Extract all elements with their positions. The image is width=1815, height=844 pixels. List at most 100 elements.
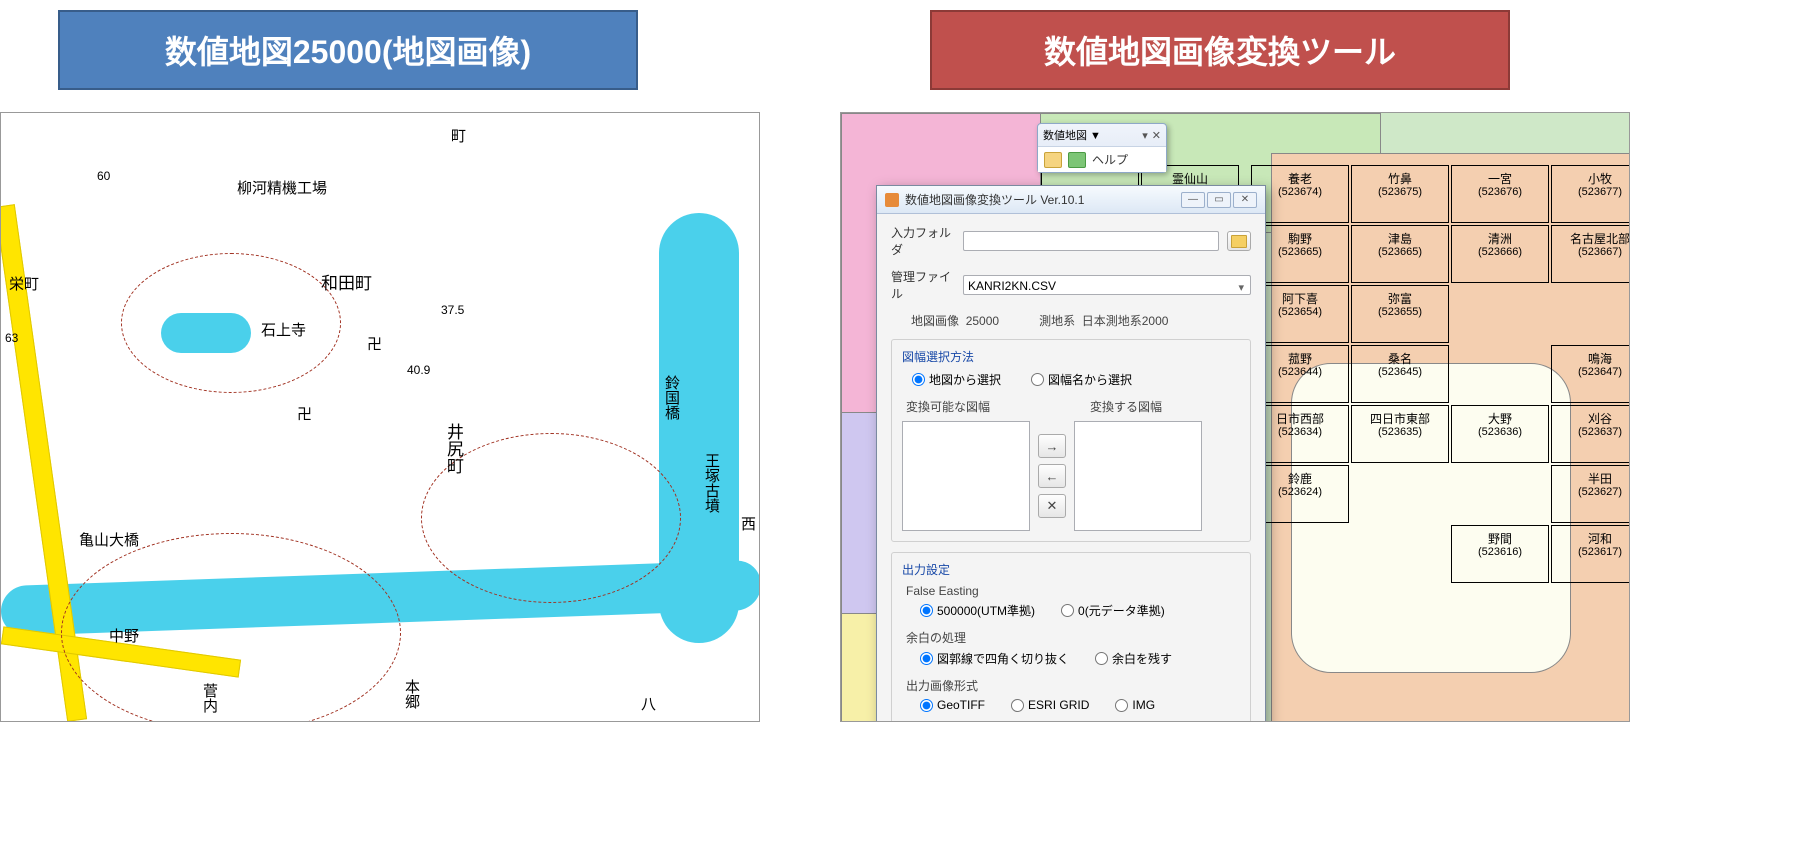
grid-cell-name: 桑名 (1352, 352, 1448, 366)
grid-cell-code: (523644) (1252, 366, 1348, 379)
grid-cell-name: 菰野 (1252, 352, 1348, 366)
selected-listbox[interactable] (1074, 421, 1202, 531)
input-folder-label: 入力フォルダ (891, 224, 955, 258)
grid-cell[interactable]: 野間(523616) (1451, 525, 1549, 583)
grid-cell[interactable]: 小牧(523677) (1551, 165, 1630, 223)
app-icon (885, 193, 899, 207)
grid-cell-name: 大野 (1452, 412, 1548, 426)
margin-title: 余白の処理 (902, 629, 1240, 646)
available-listbox[interactable] (902, 421, 1030, 531)
false-easting-0-radio[interactable]: 0(元データ準拠) (1061, 602, 1165, 619)
grid-cell[interactable]: 桑名(523645) (1351, 345, 1449, 403)
toolbar-help-label[interactable]: ヘルプ (1092, 151, 1128, 168)
grid-cell-code: (523676) (1452, 186, 1548, 199)
topo-map-panel: 町 柳河精機工場 栄町 和田町 石上寺 井尻町 鈴国橋 王塚古墳 西 亀山大橋 … (0, 112, 760, 722)
grid-cell-name: 竹鼻 (1352, 172, 1448, 186)
grid-cell-code: (523675) (1352, 186, 1448, 199)
grid-cell[interactable]: 半田(523627) (1551, 465, 1630, 523)
selected-list-title: 変換する図幅 (1090, 398, 1162, 415)
map-image-value: 25000 (966, 314, 999, 328)
right-title: 数値地図画像変換ツール (930, 10, 1510, 90)
close-button[interactable]: ✕ (1233, 192, 1257, 208)
margin-crop-radio[interactable]: 図郭線で四角く切り抜く (920, 650, 1069, 667)
grid-cell-code: (523677) (1552, 186, 1630, 199)
grid-cell-name: 清洲 (1452, 232, 1548, 246)
grid-map[interactable]: 彦根東部霊仙山養老(523674)竹鼻(523675)一宮(523676)小牧(… (841, 113, 1629, 721)
grid-cell-name: 養老 (1252, 172, 1348, 186)
map-label: 本郷 (401, 679, 422, 709)
toolbar-dropdown-icon[interactable]: ▾ (1142, 129, 1148, 142)
grid-cell[interactable]: 刈谷(523637) (1551, 405, 1630, 463)
map-label: 40.9 (407, 363, 430, 377)
grid-cell-name: 日市西部 (1252, 412, 1348, 426)
index-map-panel: 彦根東部霊仙山養老(523674)竹鼻(523675)一宮(523676)小牧(… (840, 112, 1630, 722)
dialog-titlebar[interactable]: 数値地図画像変換ツール Ver.10.1 — ▭ ✕ (877, 186, 1265, 214)
format-geotiff-radio[interactable]: GeoTIFF (920, 698, 985, 712)
grid-cell[interactable]: 一宮(523676) (1451, 165, 1549, 223)
grid-cell-name: 鈴鹿 (1252, 472, 1348, 486)
format-esrigrid-radio[interactable]: ESRI GRID (1011, 698, 1089, 712)
input-folder-field[interactable] (963, 231, 1219, 251)
grid-cell-name: 小牧 (1552, 172, 1630, 186)
grid-cell-code: (523666) (1452, 246, 1548, 259)
floating-toolbar[interactable]: 数値地図 ▼ ▾ ✕ ヘルプ (1037, 123, 1167, 173)
toolbar-close-icon[interactable]: ✕ (1152, 129, 1161, 142)
manage-file-select[interactable]: KANRI2KN.CSV (963, 275, 1251, 295)
toolbar-add-icon[interactable] (1068, 152, 1086, 168)
false-easting-500000-radio[interactable]: 500000(UTM準拠) (920, 602, 1035, 619)
select-by-name-radio[interactable]: 図幅名から選択 (1031, 371, 1132, 388)
false-easting-opt1-label: 500000(UTM準拠) (937, 602, 1035, 619)
grid-cell-code: (523627) (1552, 486, 1630, 499)
map-label: 石上寺 (261, 319, 306, 340)
maximize-button[interactable]: ▭ (1207, 192, 1231, 208)
margin-opt1-label: 図郭線で四角く切り抜く (937, 650, 1069, 667)
grid-cell[interactable]: 弥富(523655) (1351, 285, 1449, 343)
grid-cell-code: (523655) (1352, 306, 1448, 319)
grid-cell[interactable]: 名古屋北部(523667) (1551, 225, 1630, 283)
map-label: 町 (451, 125, 466, 146)
select-from-map-radio[interactable]: 地図から選択 (912, 371, 1001, 388)
grid-cell[interactable]: 津島(523665) (1351, 225, 1449, 283)
grid-cell-name: 名古屋北部 (1552, 232, 1630, 246)
map-label: 井尻町 (441, 423, 466, 474)
grid-cell-code: (523617) (1552, 546, 1630, 559)
margin-keep-radio[interactable]: 余白を残す (1095, 650, 1172, 667)
grid-cell-code: (523645) (1352, 366, 1448, 379)
grid-cell-code: (523616) (1452, 546, 1548, 559)
grid-cell[interactable]: 鳴海(523647) (1551, 345, 1630, 403)
grid-cell-name: 阿下喜 (1252, 292, 1348, 306)
select-from-map-label: 地図から選択 (929, 371, 1001, 388)
convert-dialog: 数値地図画像変換ツール Ver.10.1 — ▭ ✕ 入力フォルダ (876, 185, 1266, 722)
format-opt3-label: IMG (1132, 698, 1155, 712)
output-settings-title: 出力設定 (902, 561, 1240, 578)
map-label: 63 (5, 331, 18, 345)
grid-cell-name: 弥富 (1352, 292, 1448, 306)
format-title: 出力画像形式 (902, 677, 1240, 694)
minimize-button[interactable]: — (1181, 192, 1205, 208)
browse-input-folder-button[interactable] (1227, 231, 1251, 251)
grid-cell-name: 鳴海 (1552, 352, 1630, 366)
map-label: 王塚古墳 (701, 453, 722, 513)
dialog-title: 数値地図画像変換ツール Ver.10.1 (905, 191, 1175, 208)
grid-cell[interactable]: 清洲(523666) (1451, 225, 1549, 283)
format-img-radio[interactable]: IMG (1115, 698, 1155, 712)
datum-value: 日本測地系2000 (1082, 314, 1169, 328)
grid-cell-code: (523667) (1552, 246, 1630, 259)
clear-button[interactable]: ✕ (1038, 494, 1066, 518)
grid-cell-code: (523624) (1252, 486, 1348, 499)
map-label: 柳河精機工場 (237, 177, 327, 198)
grid-cell[interactable]: 竹鼻(523675) (1351, 165, 1449, 223)
grid-cell[interactable]: 大野(523636) (1451, 405, 1549, 463)
grid-cell-code: (523665) (1252, 246, 1348, 259)
margin-opt2-label: 余白を残す (1112, 650, 1172, 667)
left-title: 数値地図25000(地図画像) (58, 10, 638, 90)
map-label: 菅内 (199, 683, 220, 713)
grid-cell-code: (523674) (1252, 186, 1348, 199)
grid-cell[interactable]: 四日市東部(523635) (1351, 405, 1449, 463)
toolbar-layer-icon[interactable] (1044, 152, 1062, 168)
move-right-button[interactable]: → (1038, 434, 1066, 458)
move-left-button[interactable]: ← (1038, 464, 1066, 488)
grid-cell[interactable]: 河和(523617) (1551, 525, 1630, 583)
false-easting-title: False Easting (902, 584, 1240, 598)
select-by-name-label: 図幅名から選択 (1048, 371, 1132, 388)
